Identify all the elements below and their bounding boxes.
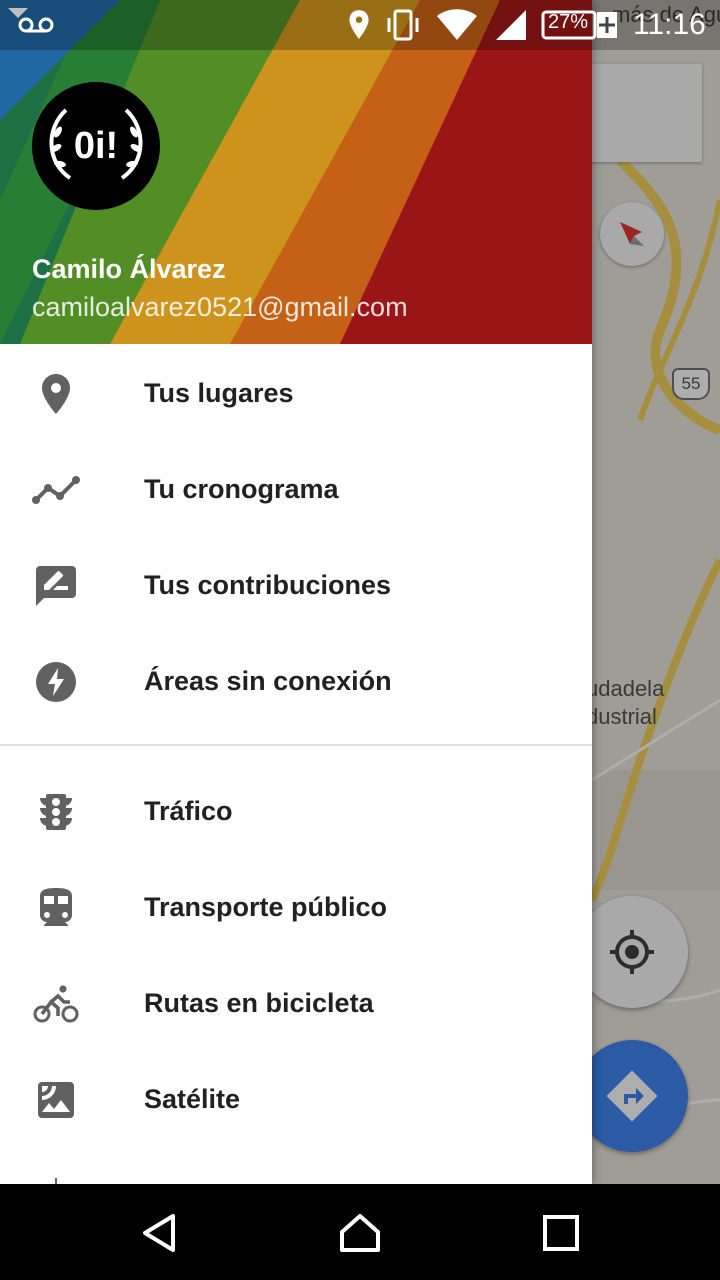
- menu-item-tus-contribuciones[interactable]: Tus contribuciones: [0, 538, 592, 634]
- voicemail-icon: [18, 17, 54, 33]
- account-name: Camilo Álvarez: [32, 254, 226, 284]
- bike-icon: [33, 985, 79, 1023]
- recents-icon[interactable]: [540, 1212, 582, 1254]
- menu-item-rutas-en-bicicleta[interactable]: Rutas en bicicleta: [0, 956, 592, 1052]
- avatar-logo: 0i!: [49, 108, 143, 180]
- menu-item-label: Rutas en bicicleta: [144, 988, 374, 1018]
- menu-item-label: Áreas sin conexión: [144, 666, 392, 696]
- account-email: camiloalvarez0521@gmail.com: [32, 292, 408, 322]
- back-icon[interactable]: [139, 1212, 181, 1254]
- location-icon: [349, 10, 369, 39]
- menu-item-satelite[interactable]: Satélite: [0, 1052, 592, 1148]
- vibrate-icon: [387, 9, 419, 41]
- menu-item-label: Tráfico: [144, 796, 233, 826]
- menu-item-label: Satélite: [144, 1084, 241, 1114]
- menu-item-areas-sin-conexion[interactable]: Áreas sin conexión: [0, 634, 592, 730]
- timeline-icon: [32, 476, 80, 504]
- menu-item-label: Tus contribuciones: [144, 570, 392, 600]
- menu-item-label: Transporte público: [144, 892, 388, 922]
- menu-item-trafico[interactable]: Tráfico: [0, 764, 592, 860]
- wifi-icon: [437, 9, 477, 40]
- clock: 11:16: [633, 8, 706, 41]
- traffic-light-icon: [40, 794, 72, 830]
- next-item-peek-icon: [55, 1178, 57, 1184]
- battery-percent: 27%: [548, 11, 589, 33]
- offline-bolt-icon: [36, 662, 76, 702]
- system-nav-bar: [0, 1184, 720, 1280]
- place-pin-icon: [42, 374, 70, 414]
- menu-item-tu-cronograma[interactable]: Tu cronograma: [0, 442, 592, 538]
- status-bar: 27% 11:16: [0, 0, 720, 50]
- train-icon: [40, 888, 72, 926]
- menu-item-label: Tu cronograma: [144, 474, 339, 504]
- satellite-image-icon: [38, 1082, 74, 1118]
- avatar-text: 0i!: [74, 125, 118, 167]
- menu-item-label: Tus lugares: [144, 378, 294, 408]
- avatar[interactable]: 0i!: [32, 82, 160, 210]
- home-icon[interactable]: [339, 1212, 381, 1254]
- menu-item-tus-lugares[interactable]: Tus lugares: [0, 346, 592, 442]
- drawer-header: 0i! Camilo Álvarez camiloalvarez0521@gma…: [0, 0, 592, 344]
- menu-item-transporte-publico[interactable]: Transporte público: [0, 860, 592, 956]
- rate-review-icon: [36, 566, 76, 606]
- signal-icon: [496, 10, 526, 40]
- divider: [0, 744, 592, 746]
- navigation-drawer: 0i! Camilo Álvarez camiloalvarez0521@gma…: [0, 0, 592, 1184]
